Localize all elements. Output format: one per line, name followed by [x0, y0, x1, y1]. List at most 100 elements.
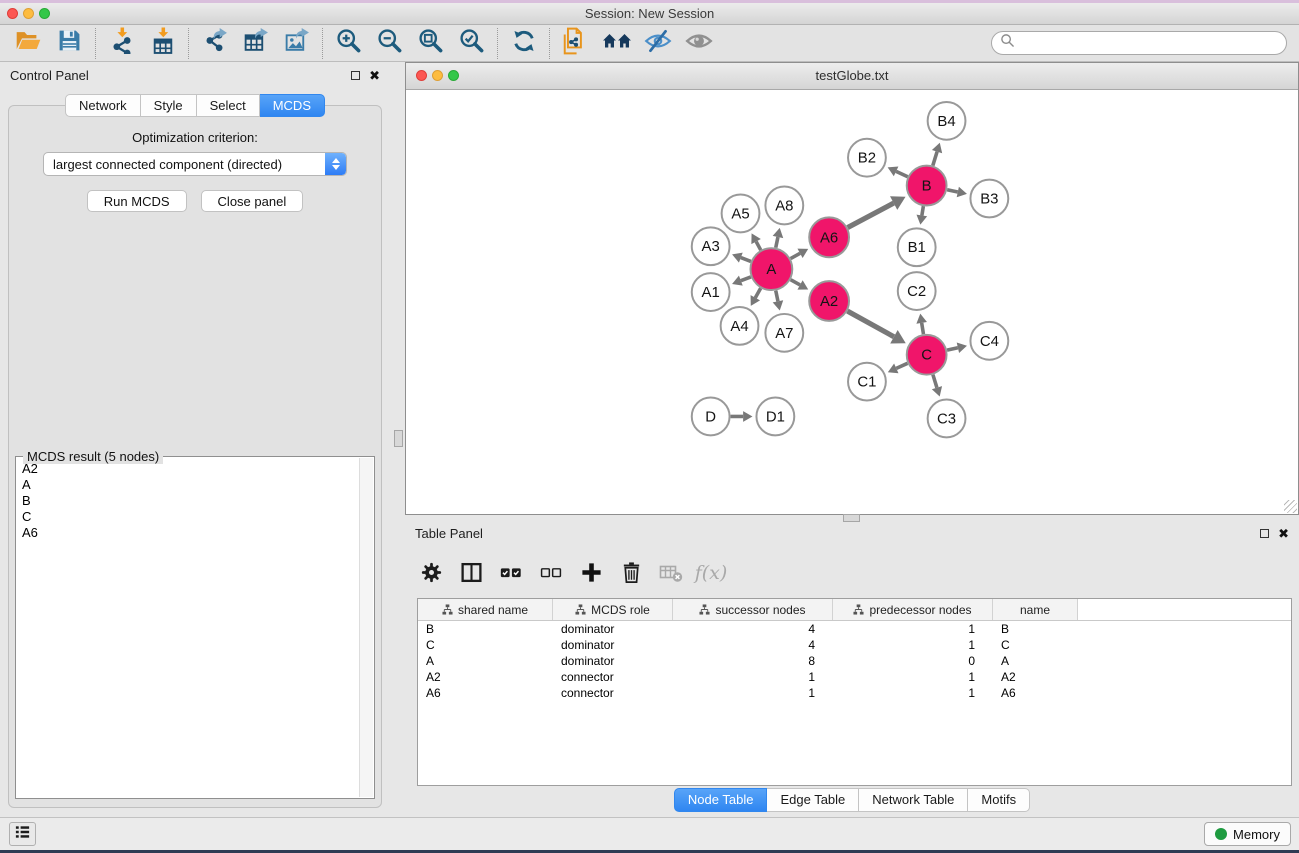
add-column-button[interactable] [579, 561, 603, 585]
graph-node-A8[interactable]: A8 [765, 187, 803, 225]
minimize-window-button[interactable] [23, 8, 34, 19]
resize-grip-icon[interactable] [1284, 500, 1297, 513]
graph-edge-C-C2[interactable] [922, 323, 924, 334]
graph-edge-A-A8[interactable] [776, 237, 778, 248]
graph-edge-C-C3[interactable] [933, 375, 937, 388]
table-row[interactable]: A6connector11A6 [418, 685, 1291, 701]
graph-node-B[interactable]: B [907, 166, 947, 206]
mcds-result-list[interactable]: A2ABCA6 [19, 461, 358, 795]
import-network-button[interactable] [101, 27, 142, 60]
close-window-button[interactable] [7, 8, 18, 19]
network-window-titlebar[interactable]: testGlobe.txt [406, 63, 1298, 90]
export-network-button[interactable] [194, 27, 235, 60]
graph-edge-A-A4[interactable] [755, 288, 760, 298]
graph-node-D[interactable]: D [692, 398, 730, 436]
zoom-in-button[interactable] [328, 27, 369, 60]
graph-node-D1[interactable]: D1 [756, 398, 794, 436]
first-neighbors-button[interactable] [596, 27, 637, 60]
tab-mcds[interactable]: MCDS [260, 94, 325, 117]
hide-selected-button[interactable] [637, 27, 678, 60]
graph-edge-A6-B[interactable] [848, 203, 894, 227]
graph-node-A[interactable]: A [750, 248, 792, 290]
graph-node-B2[interactable]: B2 [848, 139, 886, 177]
graph-edge-A-A3[interactable] [741, 258, 751, 262]
titlebar[interactable]: Session: New Session [0, 3, 1299, 25]
tab-network-table[interactable]: Network Table [859, 788, 968, 812]
graph-edge-A-A1[interactable] [741, 277, 751, 281]
memory-button[interactable]: Memory [1204, 822, 1291, 846]
graph-node-C3[interactable]: C3 [928, 400, 966, 438]
export-image-button[interactable] [276, 27, 317, 60]
graph-node-A3[interactable]: A3 [692, 227, 730, 265]
graph-node-C4[interactable]: C4 [970, 322, 1008, 360]
column-header-3[interactable]: predecessor nodes [833, 599, 993, 620]
zoom-window-button[interactable] [39, 8, 50, 19]
close-panel-button[interactable]: Close panel [201, 190, 304, 212]
import-table-button[interactable] [142, 27, 183, 60]
column-header-0[interactable]: shared name [418, 599, 553, 620]
graph-edge-A-A5[interactable] [756, 242, 761, 250]
zoom-out-button[interactable] [369, 27, 410, 60]
float-panel-icon[interactable] [351, 71, 360, 80]
export-table-button[interactable] [235, 27, 276, 60]
graph-edge-B-B3[interactable] [947, 190, 958, 192]
result-item[interactable]: A2 [19, 461, 358, 477]
graph-node-A7[interactable]: A7 [765, 314, 803, 352]
result-item[interactable]: A6 [19, 525, 358, 541]
network-close-button[interactable] [416, 70, 427, 81]
network-minimize-button[interactable] [432, 70, 443, 81]
result-item[interactable]: B [19, 493, 358, 509]
graph-node-B1[interactable]: B1 [898, 228, 936, 266]
graph-edge-C-C1[interactable] [896, 363, 907, 368]
task-history-button[interactable] [9, 822, 36, 846]
tab-edge-table[interactable]: Edge Table [767, 788, 859, 812]
graph-node-C2[interactable]: C2 [898, 272, 936, 310]
graph-edge-C-C4[interactable] [947, 348, 958, 350]
table-row[interactable]: Adominator80A [418, 653, 1291, 669]
column-header-1[interactable]: MCDS role [553, 599, 673, 620]
graph-edge-A-A6[interactable] [791, 253, 800, 258]
graph-node-A1[interactable]: A1 [692, 273, 730, 311]
criterion-select[interactable]: largest connected component (directed) [43, 152, 347, 176]
delete-column-button[interactable] [619, 561, 643, 585]
tab-select[interactable]: Select [197, 94, 260, 117]
graph-edge-B-B1[interactable] [922, 206, 923, 215]
graph-node-A2[interactable]: A2 [809, 281, 849, 321]
graph-node-A6[interactable]: A6 [809, 217, 849, 257]
refresh-button[interactable] [503, 27, 544, 60]
graph-node-A4[interactable]: A4 [721, 307, 759, 345]
graph-node-B3[interactable]: B3 [970, 180, 1008, 218]
graph-edge-B-B2[interactable] [896, 171, 908, 176]
graph-node-A5[interactable]: A5 [722, 195, 760, 233]
close-panel-icon[interactable]: ✖ [369, 69, 380, 82]
result-scrollbar[interactable] [359, 458, 373, 797]
split-divider-grip-horizontal[interactable] [843, 514, 860, 522]
run-mcds-button[interactable]: Run MCDS [87, 190, 187, 212]
network-zoom-button[interactable] [448, 70, 459, 81]
tab-motifs[interactable]: Motifs [968, 788, 1030, 812]
graph-edge-A-A2[interactable] [791, 280, 800, 285]
table-row[interactable]: Bdominator41B [418, 621, 1291, 637]
table-row[interactable]: A2connector11A2 [418, 669, 1291, 685]
network-canvas[interactable]: AA1A2A3A4A5A6A7A8BB1B2B3B4CC1C2C3C4DD1 [407, 90, 1297, 513]
graph-node-C1[interactable]: C1 [848, 363, 886, 401]
search-input[interactable] [991, 31, 1287, 55]
graph-edge-A-A7[interactable] [776, 291, 778, 302]
zoom-fit-button[interactable] [410, 27, 451, 60]
column-header-2[interactable]: successor nodes [673, 599, 833, 620]
zoom-selected-button[interactable] [451, 27, 492, 60]
result-item[interactable]: A [19, 477, 358, 493]
new-network-from-selection-button[interactable] [555, 27, 596, 60]
select-all-button[interactable] [499, 561, 523, 585]
deselect-all-button[interactable] [539, 561, 563, 585]
result-item[interactable]: C [19, 509, 358, 525]
split-panel-button[interactable] [459, 561, 483, 585]
save-session-button[interactable] [49, 27, 90, 60]
function-builder-button[interactable]: f(x) [699, 561, 723, 585]
tab-network[interactable]: Network [65, 94, 141, 117]
float-table-panel-icon[interactable] [1260, 529, 1269, 538]
tab-node-table[interactable]: Node Table [674, 788, 768, 812]
column-header-4[interactable]: name [993, 599, 1078, 620]
split-divider-grip-vertical[interactable] [394, 430, 403, 447]
table-row[interactable]: Cdominator41C [418, 637, 1291, 653]
